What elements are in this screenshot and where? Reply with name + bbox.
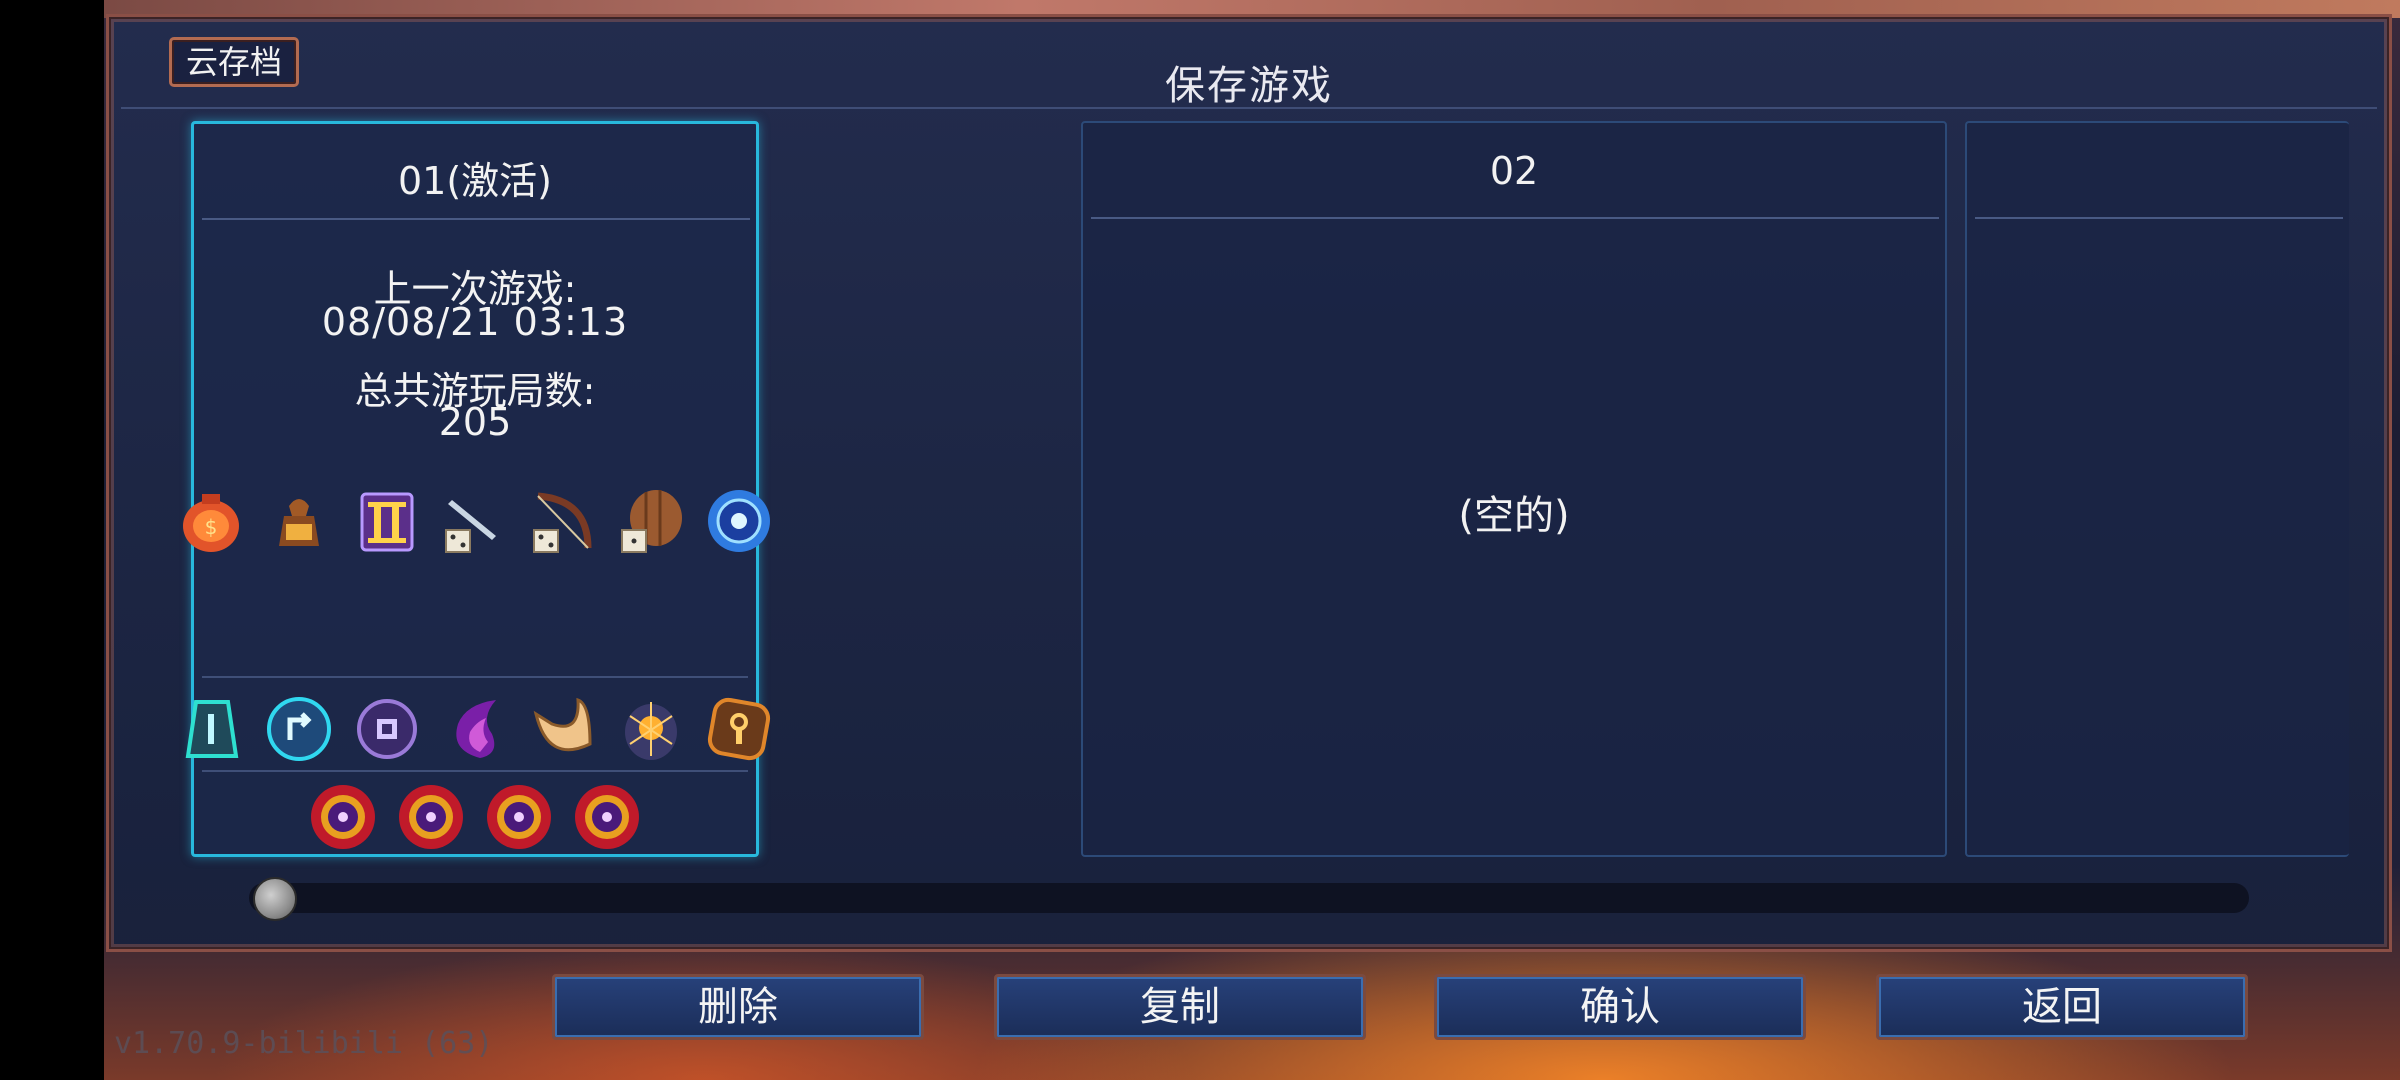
blue-orb-icon <box>704 486 774 556</box>
red-boss-cell-icon <box>308 782 378 852</box>
back-button[interactable]: 返回 <box>1876 974 2248 1040</box>
wooden-shield-dice-icon <box>616 486 686 556</box>
save-slot-01[interactable]: 01(激活) 上一次游戏: 08/08/21 03:13 总共游玩局数: 205… <box>183 121 771 857</box>
purple-flame-icon <box>440 694 510 764</box>
row-divider <box>202 676 748 678</box>
mutations-row <box>185 694 771 764</box>
copy-button[interactable]: 复制 <box>994 974 1366 1040</box>
title-divider <box>121 107 2377 109</box>
save-slot-03[interactable] <box>1965 121 2349 857</box>
scrollbar-thumb[interactable] <box>253 877 297 921</box>
unlocked-items-row: $ <box>183 486 770 556</box>
save-game-panel: 云存档 保存游戏 01(激活) 上一次游戏: 08/08/21 03:13 总共… <box>106 14 2392 952</box>
spider-egg-icon <box>616 694 686 764</box>
version-label: v1.70.9-bilibili (63) <box>114 1026 494 1061</box>
total-runs-value: 205 <box>438 400 512 444</box>
save-slot-02[interactable]: 02 (空的) <box>1081 121 1947 857</box>
orange-pouch-icon: $ <box>176 486 246 556</box>
purple-eye-rune-icon <box>352 694 422 764</box>
page-title: 保存游戏 <box>1165 63 1333 109</box>
slot-title: 01(激活) <box>397 159 552 203</box>
red-boss-cell-icon <box>484 782 554 852</box>
confirm-button[interactable]: 确认 <box>1434 974 1806 1040</box>
cyan-rune-icon <box>176 694 246 764</box>
last-played-value: 08/08/21 03:13 <box>321 300 629 344</box>
empty-slot-label: (空的) <box>1458 493 1570 539</box>
delete-button[interactable]: 删除 <box>552 974 924 1040</box>
slot-divider <box>1091 217 1939 219</box>
bronze-money-bag-icon <box>264 486 334 556</box>
cyan-arrow-rune-icon <box>264 694 334 764</box>
slot-title: 02 <box>1489 149 1539 193</box>
boss-cells-row <box>194 782 756 852</box>
orange-key-rune-icon <box>704 694 774 764</box>
bow-dice-icon <box>528 486 598 556</box>
slot-divider <box>202 218 750 220</box>
red-boss-cell-icon <box>396 782 466 852</box>
slot-divider <box>1975 217 2343 219</box>
horn-icon <box>528 694 598 764</box>
horizontal-scrollbar[interactable] <box>249 883 2249 913</box>
red-boss-cell-icon <box>572 782 642 852</box>
roman-numeral-two-scroll-icon <box>352 486 422 556</box>
svg-text:$: $ <box>205 515 218 539</box>
sword-dice-icon <box>440 486 510 556</box>
row-divider <box>202 770 748 772</box>
